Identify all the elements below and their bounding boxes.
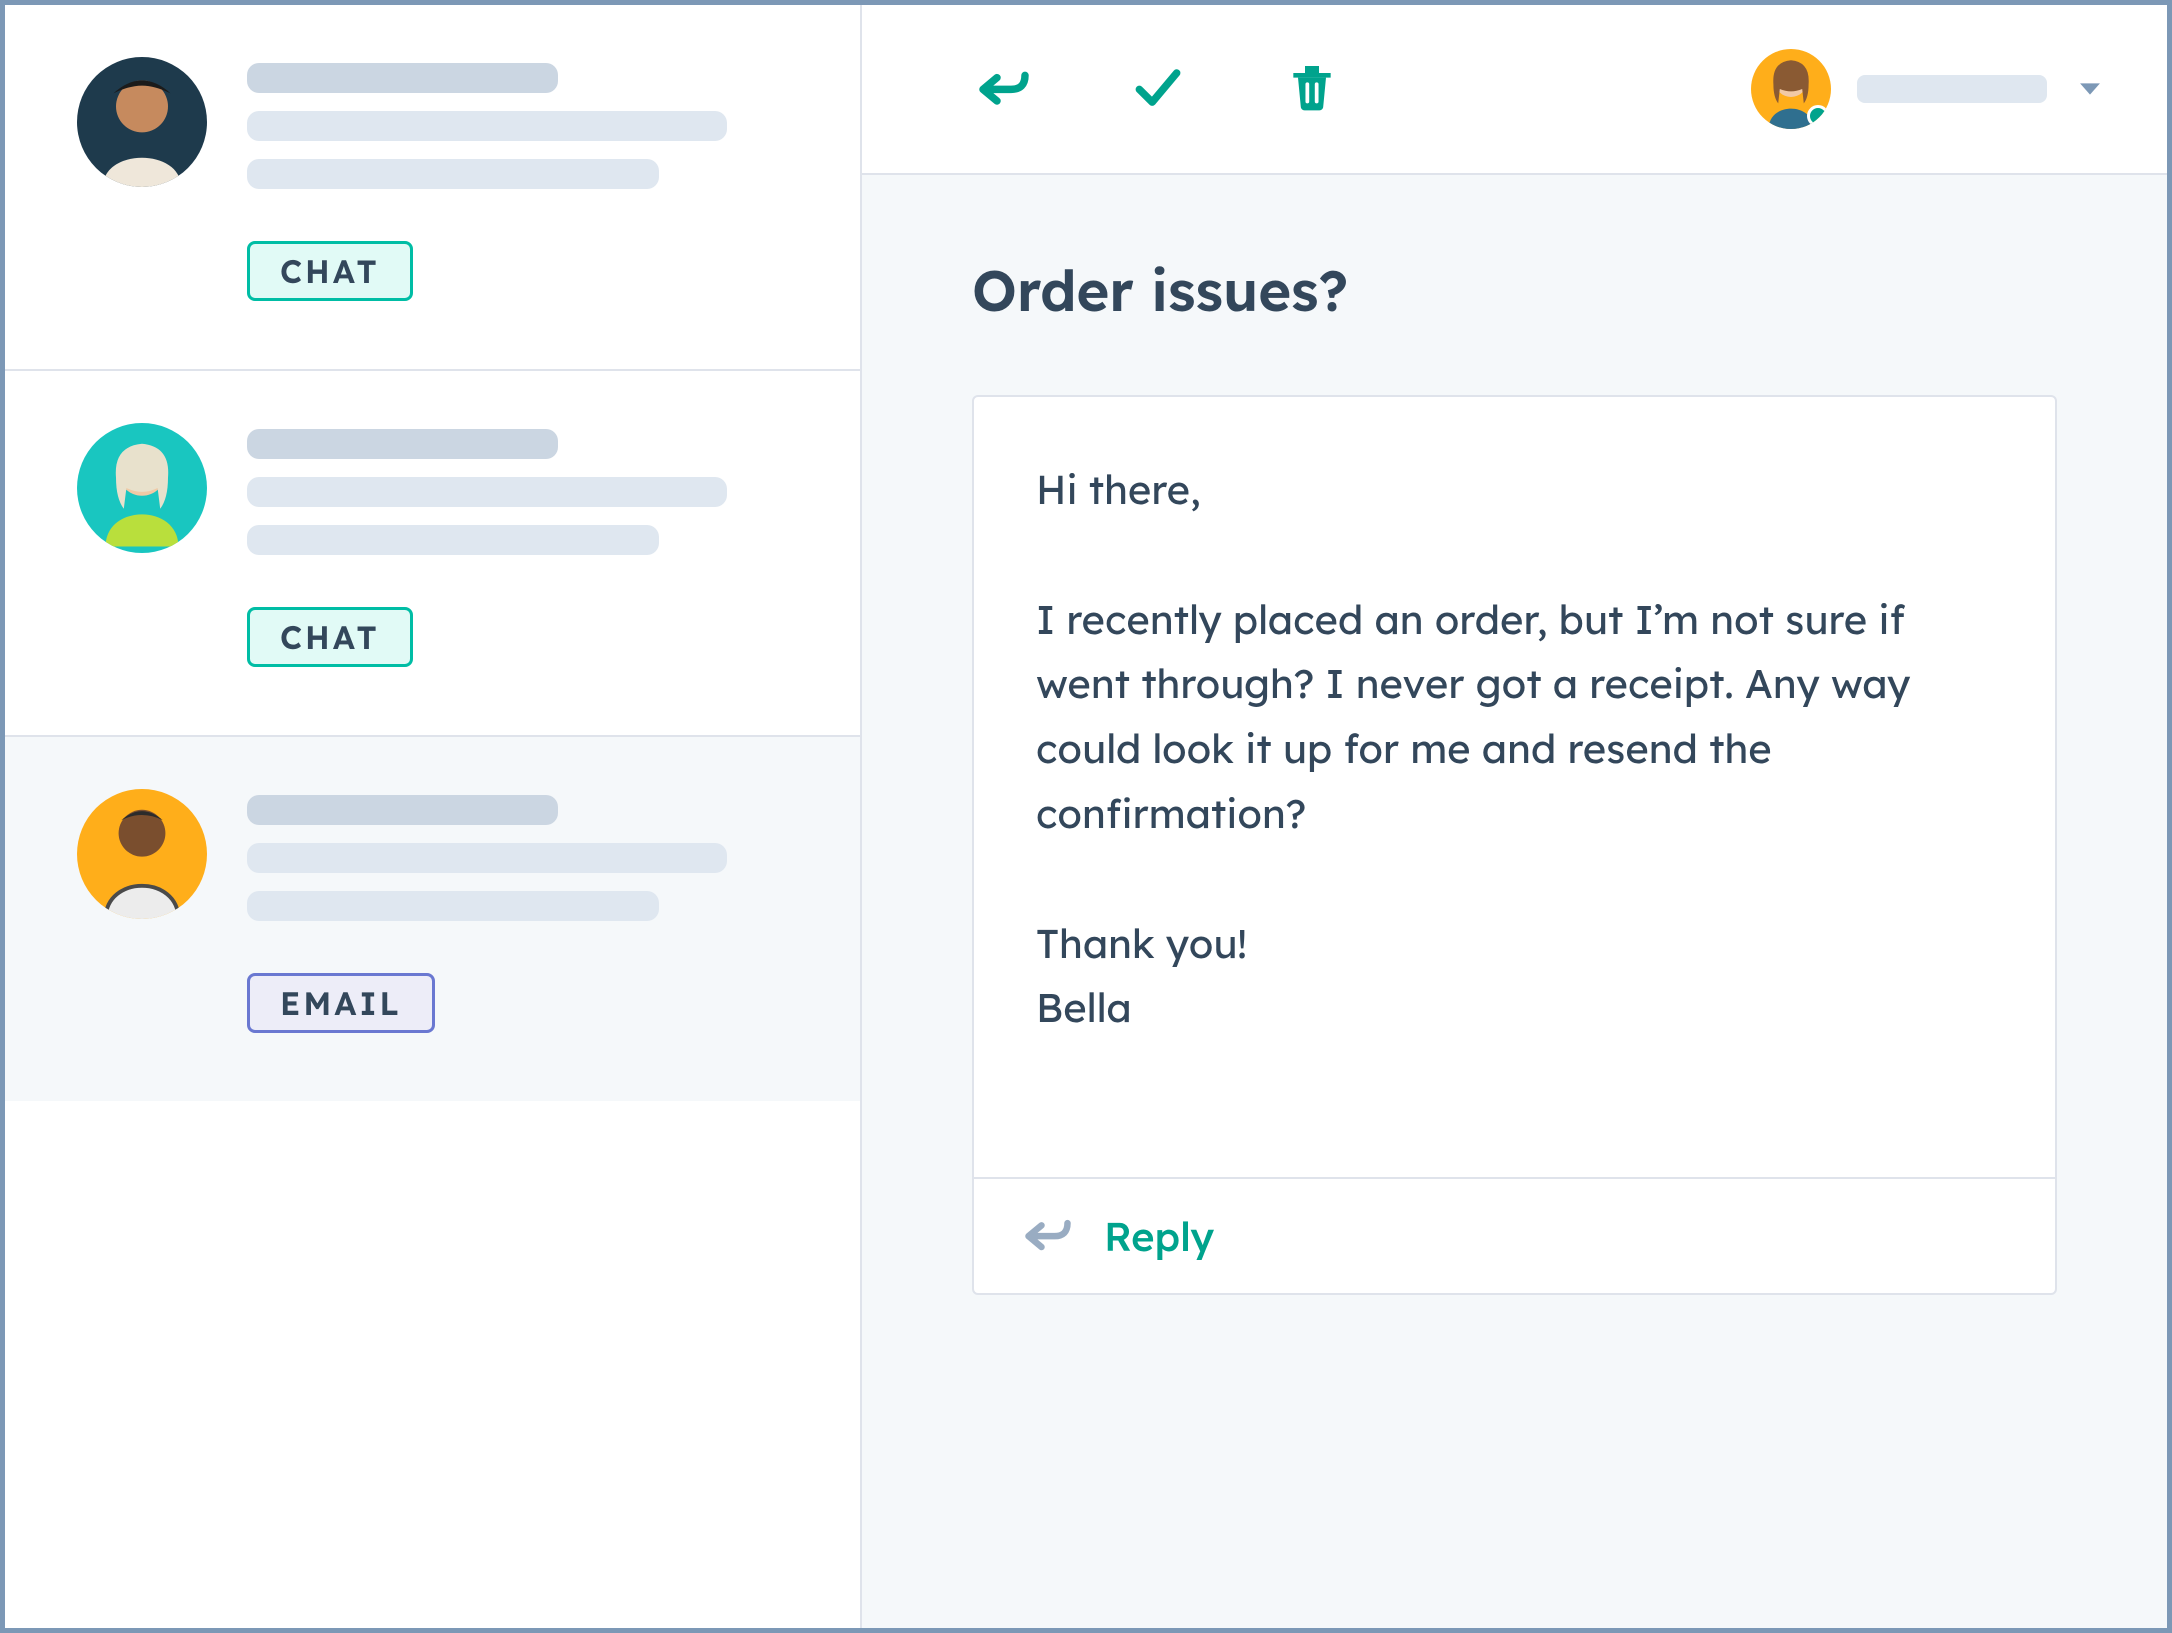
reply-button[interactable]: [972, 57, 1036, 121]
reply-icon: [1022, 1208, 1074, 1264]
conversation-list: CHAT CHAT: [5, 5, 862, 1628]
conversation-row[interactable]: CHAT: [5, 5, 860, 371]
presence-dot-online: [1807, 105, 1829, 127]
conversation-preview: CHAT: [247, 57, 812, 301]
check-icon: [1130, 59, 1186, 119]
preview-title-placeholder: [247, 63, 558, 93]
channel-chip-email: EMAIL: [247, 973, 435, 1033]
avatar: [77, 57, 207, 187]
assignee-picker[interactable]: [1751, 49, 2107, 129]
message-card: Hi there, I recently placed an order, bu…: [972, 395, 2057, 1295]
assignee-avatar: [1751, 49, 1831, 129]
preview-title-placeholder: [247, 429, 558, 459]
thread-subject: Order issues?: [972, 255, 2057, 325]
delete-button[interactable]: [1280, 57, 1344, 121]
reply-icon: [976, 59, 1032, 119]
preview-line-placeholder: [247, 525, 659, 555]
assignee-name-placeholder: [1857, 75, 2047, 103]
app-frame: CHAT CHAT: [0, 0, 2172, 1633]
conversation-preview: EMAIL: [247, 789, 812, 1033]
message-body: Hi there, I recently placed an order, bu…: [974, 397, 2055, 1177]
thread-pane: Order issues? Hi there, I recently place…: [862, 5, 2167, 1628]
preview-line-placeholder: [247, 477, 727, 507]
preview-line-placeholder: [247, 891, 659, 921]
reply-bar[interactable]: Reply: [974, 1177, 2055, 1293]
preview-line-placeholder: [247, 843, 727, 873]
preview-line-placeholder: [247, 159, 659, 189]
reply-label: Reply: [1104, 1211, 1214, 1261]
mark-done-button[interactable]: [1126, 57, 1190, 121]
channel-chip-chat: CHAT: [247, 607, 413, 667]
trash-icon: [1284, 59, 1340, 119]
conversation-row[interactable]: EMAIL: [5, 737, 860, 1101]
conversation-row[interactable]: CHAT: [5, 371, 860, 737]
chevron-down-icon: [2073, 72, 2107, 106]
channel-chip-chat: CHAT: [247, 241, 413, 301]
preview-title-placeholder: [247, 795, 558, 825]
conversation-preview: CHAT: [247, 423, 812, 667]
thread-toolbar: [862, 5, 2167, 175]
avatar: [77, 423, 207, 553]
preview-line-placeholder: [247, 111, 727, 141]
avatar: [77, 789, 207, 919]
